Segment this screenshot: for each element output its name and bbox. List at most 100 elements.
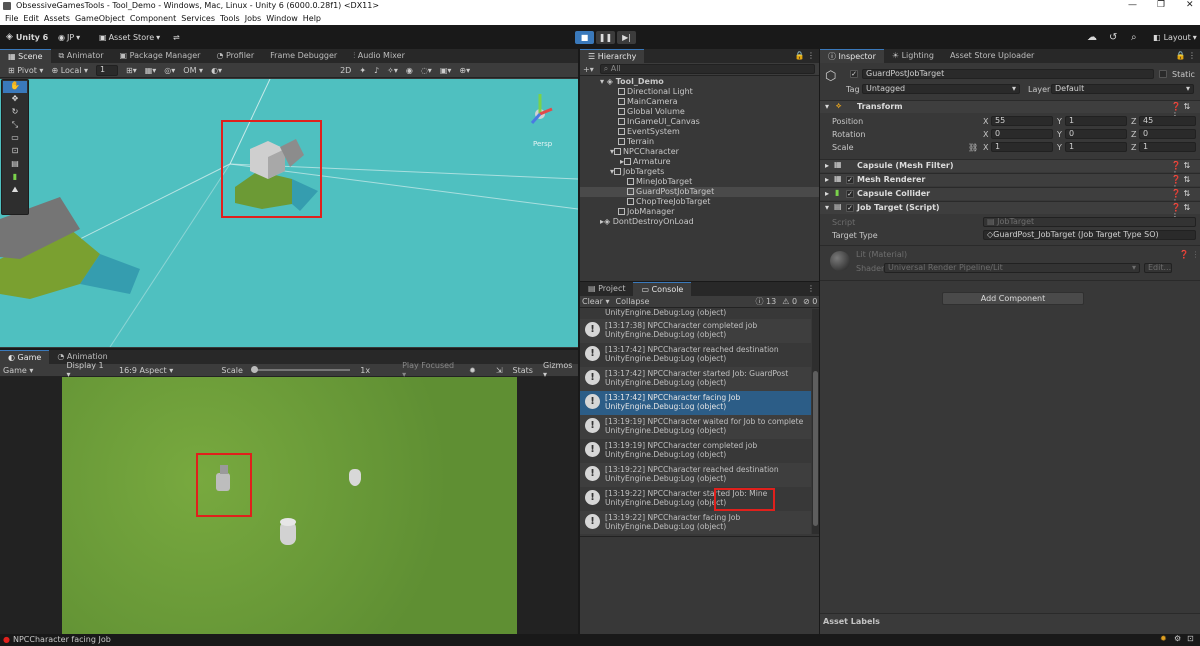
object-name-field[interactable]: GuardPostJobTarget [862, 69, 1154, 79]
tab-game[interactable]: ◐ Game [0, 350, 50, 364]
tab-lighting[interactable]: ☀ Lighting [884, 49, 942, 63]
hierarchy-item[interactable]: ▾ JobTargets [580, 167, 819, 177]
2d-toggle-icon[interactable]: 2D [340, 66, 351, 75]
console-entry[interactable]: ! [13:17:38] NPCCharacter completed job Un… [580, 319, 811, 343]
tab-audio-mixer[interactable]: ⫶ Audio Mixer [345, 49, 413, 63]
tag-dropdown[interactable]: Untagged ▾ [862, 84, 1020, 94]
asset-labels-title[interactable]: Asset Labels [823, 617, 880, 626]
close-icon[interactable]: ✕ [1186, 0, 1194, 10]
space-dropdown[interactable]: ⊕ Local ▾ [51, 66, 88, 75]
position-y-field[interactable]: 1 [1065, 116, 1127, 126]
menu-assets[interactable]: Assets [44, 14, 70, 23]
collider-tool-icon[interactable]: ▮ [3, 172, 27, 184]
menu-services[interactable]: Services [181, 14, 215, 23]
draw-mode-dropdown[interactable]: OM ▾ [183, 66, 203, 75]
tab-package-manager[interactable]: ▣ Package Manager [112, 49, 209, 63]
active-checkbox[interactable]: ✓ [850, 70, 858, 78]
menu-jobs[interactable]: Jobs [245, 14, 262, 23]
console-entry-partial[interactable]: UnityEngine.Debug:Log (object) [580, 309, 811, 319]
menu-window[interactable]: Window [266, 14, 298, 23]
tab-inspector[interactable]: ⓘ Inspector [820, 49, 884, 63]
edit-shader-button[interactable]: Edit... [1144, 263, 1172, 273]
tab-profiler[interactable]: ◔ Profiler [208, 49, 262, 63]
transform-gizmo-icon[interactable]: ◎▾ [164, 66, 175, 75]
mesh-renderer-header[interactable]: ▸▦✓Mesh Renderer❓ ⇅ ⋮ [820, 173, 1200, 193]
hierarchy-search-input[interactable]: ⌕ All [599, 64, 815, 74]
rect-tool-icon[interactable]: ▭ [3, 133, 27, 145]
view-tool-icon[interactable]: ✋ [3, 81, 27, 93]
collapse-arrow-icon[interactable]: ▸ [825, 175, 829, 184]
shader-dropdown[interactable]: Universal Render Pipeline/Lit ▾ [884, 263, 1140, 273]
console-entry-selected[interactable]: ! [13:17:42] NPCCharacter facing Job Unity… [580, 391, 811, 415]
menu-component[interactable]: Component [130, 14, 176, 23]
error-count-toggle[interactable]: ⊘ 0 [803, 297, 817, 306]
collapse-arrow-icon[interactable]: ▸ [825, 189, 829, 198]
stats-button[interactable]: Stats [513, 366, 533, 375]
vr-icon[interactable]: ⇲ [496, 366, 503, 375]
capsule-collider-header[interactable]: ▸▮✓Capsule Collider❓ ⇅ ⋮ [820, 187, 1200, 207]
material-help-icon[interactable]: ❓ ⋮ [1179, 250, 1200, 259]
cloud-icon[interactable]: ☁ [1087, 30, 1097, 44]
asset-store-button[interactable]: ▣ Asset Store ▾ [99, 30, 160, 44]
tab-project[interactable]: ▤ Project [580, 282, 633, 296]
scale-slider-handle[interactable] [250, 366, 258, 373]
move-tool-icon[interactable]: ✥ [3, 94, 27, 106]
console-entry[interactable]: ! [13:17:42] NPCCharacter reached destina… [580, 343, 811, 367]
tab-animator[interactable]: ⧉ Animator [51, 49, 112, 63]
gizmos-icon[interactable]: ⊕▾ [459, 66, 470, 75]
collapse-arrow-icon[interactable]: ▸ [825, 161, 829, 170]
menu-edit[interactable]: Edit [23, 14, 39, 23]
tab-frame-debugger[interactable]: Frame Debugger [262, 49, 345, 63]
console-entry[interactable]: ! [13:19:22] NPCCharacter started Job: Mi… [580, 487, 811, 511]
menu-help[interactable]: Help [303, 14, 321, 23]
console-entry[interactable]: ! [13:19:22] NPCCharacter reached destina… [580, 463, 811, 487]
camera-icon[interactable]: ▣▾ [440, 66, 452, 75]
hierarchy-item[interactable]: Directional Light [580, 87, 819, 97]
hierarchy-menu-icon[interactable]: 🔒 ⋮ [794, 49, 819, 63]
hierarchy-item[interactable]: MineJobTarget [580, 177, 819, 187]
menu-file[interactable]: File [5, 14, 18, 23]
layout-dropdown[interactable]: ◧ Layout ▾ [1153, 30, 1197, 44]
create-button[interactable]: +▾ [583, 65, 594, 74]
maximize-icon[interactable]: ❐ [1157, 0, 1165, 10]
minimize-icon[interactable]: — [1128, 0, 1137, 10]
aspect-dropdown[interactable]: 16:9 Aspect ▾ [119, 366, 211, 375]
persp-label[interactable]: Persp [533, 140, 552, 148]
pause-button[interactable]: ❚❚ [596, 31, 615, 44]
hierarchy-item[interactable]: ▸ Armature [580, 157, 819, 167]
hierarchy-item[interactable]: InGameUI_Canvas [580, 117, 819, 127]
grid-size-field[interactable]: 1 [96, 64, 118, 76]
rotate-tool-icon[interactable]: ↻ [3, 107, 27, 119]
rotation-y-field[interactable]: 0 [1065, 129, 1127, 139]
status-message[interactable]: NPCCharacter facing Job [13, 635, 111, 644]
scale-tool-icon[interactable]: ⤡ [3, 120, 27, 132]
clear-dropdown[interactable]: Clear ▾ [582, 297, 609, 306]
console-scrollbar[interactable] [812, 309, 819, 534]
layer-dropdown[interactable]: Default ▾ [1051, 84, 1194, 94]
audio-toggle-icon[interactable]: ♪ [374, 66, 379, 75]
hierarchy-item-selected[interactable]: GuardPostJobTarget [580, 187, 819, 197]
position-x-field[interactable]: 55 [991, 116, 1053, 126]
hierarchy-item[interactable]: ChopTreeJobTarget [580, 197, 819, 207]
menu-gameobject[interactable]: GameObject [75, 14, 125, 23]
link-icon[interactable]: ⛓ [968, 143, 978, 152]
grid-snap-icon[interactable]: ⊞▾ [126, 66, 137, 75]
hierarchy-item[interactable]: JobManager [580, 207, 819, 217]
job-target-script-header[interactable]: ▾▤✓Job Target (Script)❓ ⇅ ⋮ [820, 201, 1200, 221]
console-menu-icon[interactable]: ⋮ [807, 282, 819, 296]
custom-tool-icon[interactable]: ▤ [3, 159, 27, 171]
step-button[interactable]: ▶| [617, 31, 636, 44]
activity-icon[interactable]: ⚙ [1174, 634, 1181, 643]
hierarchy-item[interactable]: ▾ ◈ Tool_Demo [580, 77, 819, 87]
shading-icon[interactable]: ◐▾ [211, 66, 222, 75]
console-entry[interactable]: ! [13:19:19] NPCCharacter waited for Job … [580, 415, 811, 439]
lighting-status-icon[interactable]: ✹ [1160, 634, 1167, 643]
hierarchy-item[interactable]: EventSystem [580, 127, 819, 137]
component-enabled-checkbox[interactable]: ✓ [846, 204, 854, 212]
static-checkbox[interactable] [1159, 70, 1167, 78]
component-enabled-checkbox[interactable]: ✓ [846, 176, 854, 184]
log-count-toggle[interactable]: ⓘ 13 [755, 296, 776, 307]
visibility-icon[interactable]: ◉ [406, 66, 413, 75]
scale-z-field[interactable]: 1 [1139, 142, 1196, 152]
scene-viewport[interactable]: ✋ ✥ ↻ ⤡ ▭ ⊡ ▤ ▮ ⛰ Persp [0, 79, 578, 347]
